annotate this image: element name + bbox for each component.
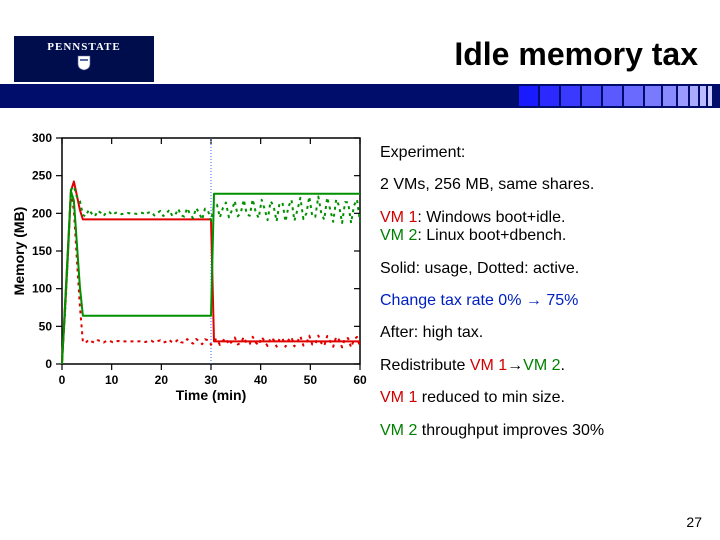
decor-squares: [517, 86, 712, 106]
decor-square: [678, 86, 688, 106]
svg-text:60: 60: [353, 373, 367, 387]
vm1-label: VM 1: [380, 209, 417, 226]
desc-line: VM 1 reduced to min size.: [380, 389, 710, 407]
logo-text: PENNSTATE: [47, 41, 120, 53]
svg-text:10: 10: [105, 373, 119, 387]
decor-square: [708, 86, 712, 106]
decor-square: [603, 86, 622, 106]
slide-number: 27: [686, 514, 702, 530]
svg-text:Memory (MB): Memory (MB): [11, 207, 27, 296]
description-panel: Experiment: 2 VMs, 256 MB, same shares. …: [380, 144, 710, 454]
desc-line: Change tax rate 0% → 75%: [380, 292, 710, 310]
decor-square: [519, 86, 538, 106]
decor-square: [645, 86, 661, 106]
decor-square: [582, 86, 601, 106]
desc-line: Redistribute VM 1→VM 2.: [380, 357, 710, 375]
arrow-icon: →: [526, 292, 542, 309]
decor-square: [624, 86, 643, 106]
svg-text:0: 0: [45, 357, 52, 371]
desc-line: VM 1: Windows boot+idle. VM 2: Linux boo…: [380, 209, 710, 246]
desc-line: After: high tax.: [380, 324, 710, 342]
decor-square: [663, 86, 676, 106]
decor-square: [561, 86, 580, 106]
svg-text:150: 150: [32, 244, 52, 258]
vm2-label: VM 2: [380, 227, 417, 244]
memory-chart: 0 10 20 30 40 50 60 0 50 100 150 200 250 300 Time (min…: [10, 126, 370, 406]
svg-text:200: 200: [32, 206, 52, 220]
svg-text:50: 50: [304, 373, 318, 387]
svg-text:250: 250: [32, 169, 52, 183]
svg-text:Time (min): Time (min): [176, 387, 247, 403]
decor-square: [700, 86, 706, 106]
desc-line: Solid: usage, Dotted: active.: [380, 260, 710, 278]
decor-square: [540, 86, 559, 106]
desc-line: VM 2 throughput improves 30%: [380, 422, 710, 440]
svg-text:30: 30: [204, 373, 218, 387]
shield-icon: [77, 55, 91, 71]
svg-text:50: 50: [39, 319, 53, 333]
desc-line: Experiment:: [380, 144, 710, 162]
svg-text:100: 100: [32, 282, 52, 296]
svg-text:300: 300: [32, 131, 52, 145]
pennstate-logo: PENNSTATE: [14, 36, 154, 82]
arrow-icon: →: [507, 357, 523, 374]
slide: PENNSTATE Idle memory tax 01020304050600…: [0, 0, 720, 540]
decor-square: [690, 86, 698, 106]
svg-text:20: 20: [155, 373, 169, 387]
page-title: Idle memory tax: [454, 36, 698, 73]
svg-text:40: 40: [254, 373, 268, 387]
svg-text:0: 0: [59, 373, 66, 387]
desc-line: 2 VMs, 256 MB, same shares.: [380, 176, 710, 194]
